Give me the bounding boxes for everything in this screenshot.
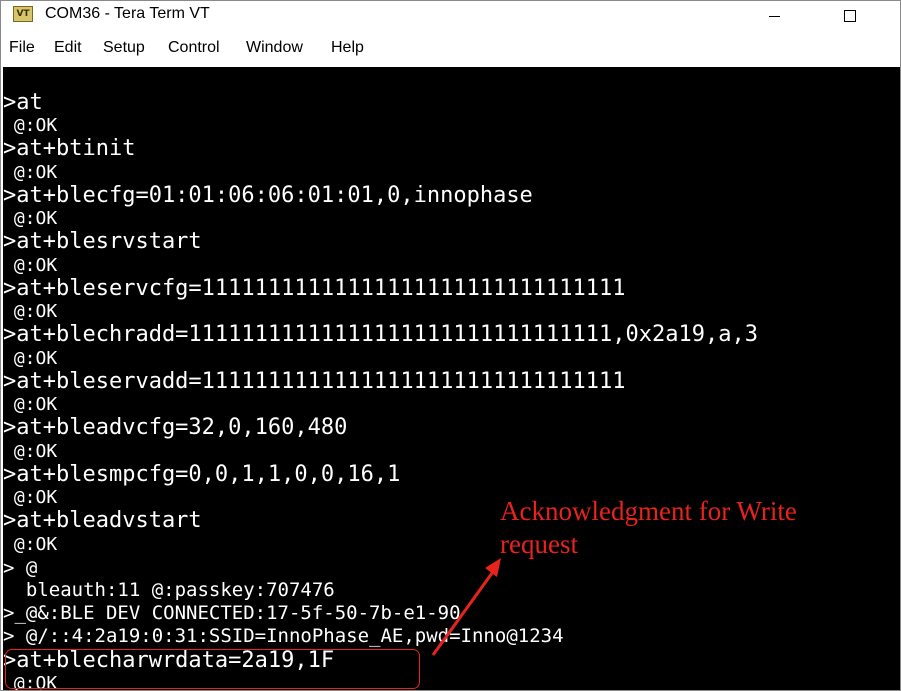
annotation-label: Acknowledgment for Write request [500,495,860,561]
tera-term-window: VT COM36 - Tera Term VT File Edit Setup … [0,0,901,691]
annotation-line-1: Acknowledgment for Write [500,496,797,526]
annotation-line-2: request [500,529,578,559]
annotation-arrow [431,558,501,656]
